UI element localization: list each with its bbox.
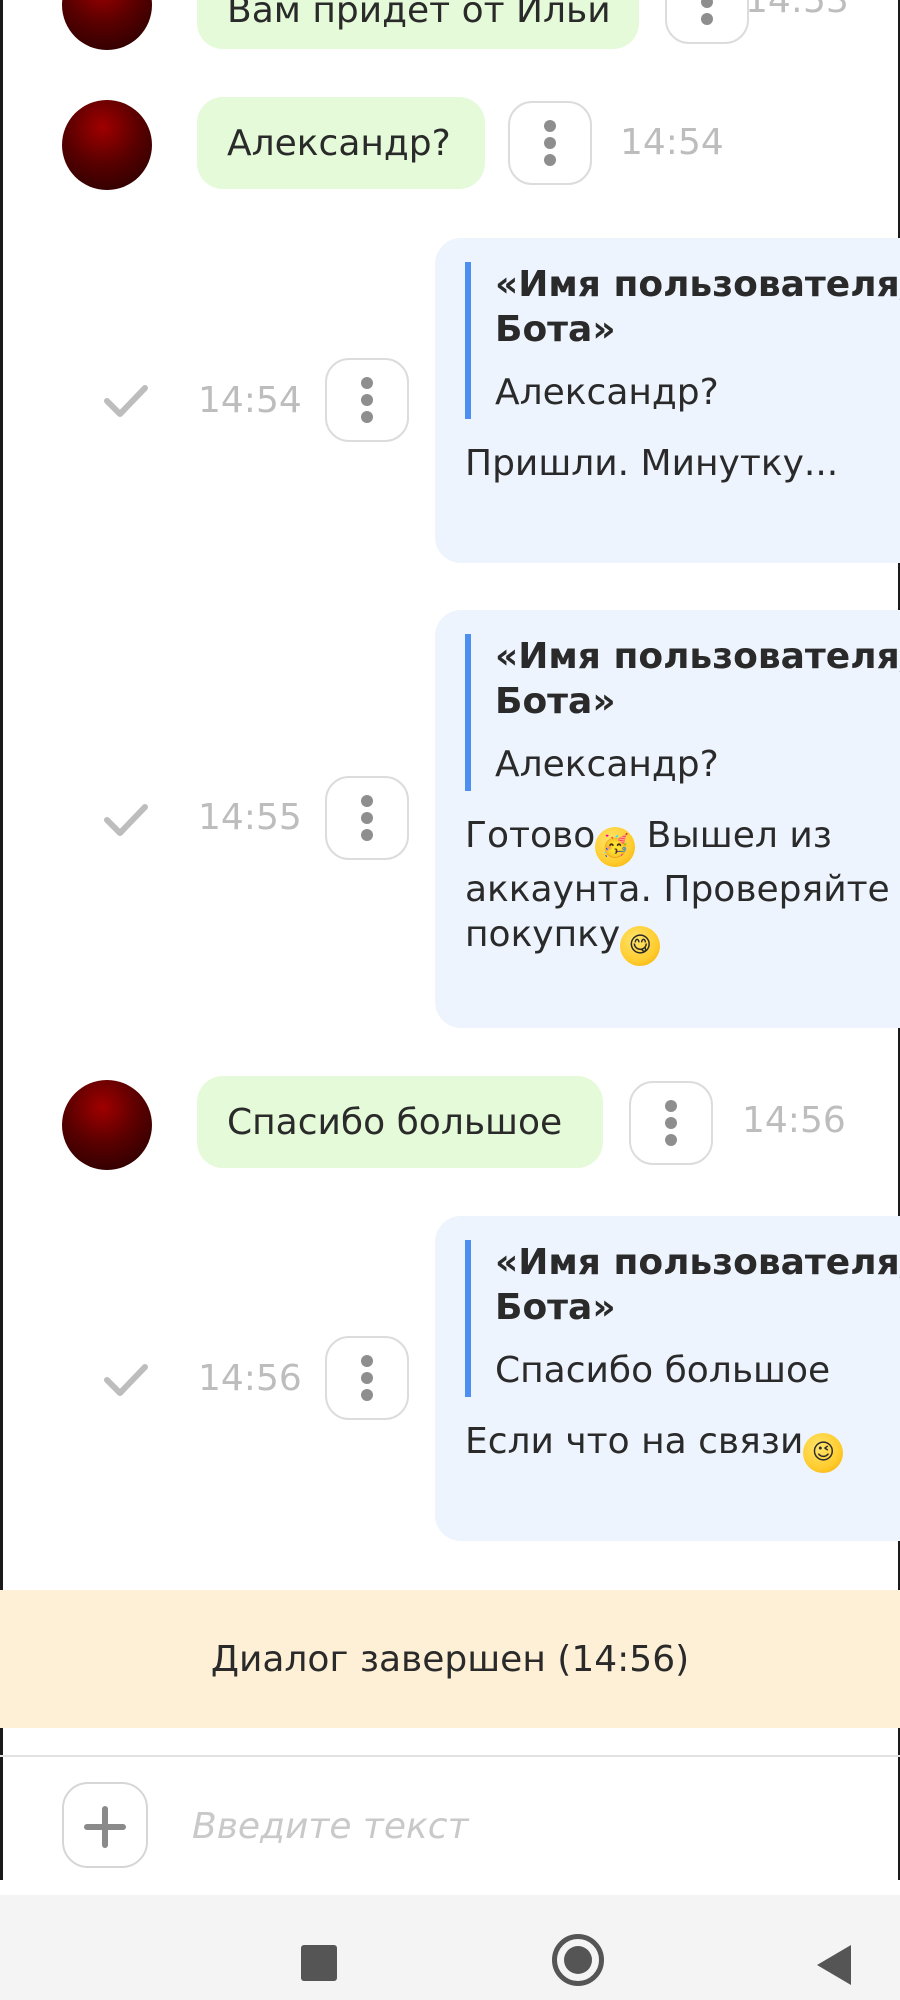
checkmark-icon bbox=[104, 385, 148, 417]
attach-button[interactable] bbox=[62, 1782, 148, 1868]
party-emoji-icon: 🥳 bbox=[595, 827, 636, 867]
reply-quote: «Имя пользователя/ Бота» Спасибо большое bbox=[465, 1240, 900, 1397]
message-time: 14:54 bbox=[198, 380, 302, 421]
outgoing-message: «Имя пользователя/ Бота» Спасибо большое… bbox=[435, 1216, 900, 1541]
quote-text: Спасибо большое bbox=[495, 1350, 831, 1391]
reply-quote: «Имя пользователя/ Бота» Александр? bbox=[465, 262, 900, 419]
yum-emoji-icon: 😋 bbox=[620, 926, 661, 966]
message-menu-button[interactable] bbox=[325, 358, 409, 442]
vertical-dots-icon bbox=[665, 1100, 677, 1112]
incoming-message: Александр? bbox=[197, 97, 485, 189]
checkmark-icon bbox=[104, 804, 148, 836]
vertical-dots-icon bbox=[361, 795, 373, 807]
vertical-dots-icon bbox=[361, 377, 373, 389]
outgoing-message: «Имя пользователя/ Бота» Александр? Приш… bbox=[435, 238, 900, 563]
message-menu-button[interactable] bbox=[325, 1336, 409, 1420]
message-text: Пришли. Минутку... bbox=[465, 443, 839, 484]
quote-author: «Имя пользователя/ Бота» bbox=[495, 1242, 900, 1328]
message-text-part: Готово bbox=[465, 815, 596, 856]
message-menu-button[interactable] bbox=[629, 1081, 713, 1165]
message-time: 14:56 bbox=[198, 1358, 302, 1399]
message-time: 14:53 bbox=[745, 0, 849, 21]
message-time: 14:56 bbox=[742, 1100, 846, 1141]
wink-emoji-icon: 😉 bbox=[803, 1433, 844, 1473]
vertical-dots-icon bbox=[544, 120, 556, 132]
back-icon[interactable] bbox=[817, 1945, 851, 1985]
message-menu-button[interactable] bbox=[325, 776, 409, 860]
home-icon[interactable] bbox=[552, 1934, 604, 1986]
avatar bbox=[62, 0, 152, 50]
dialog-ended-text: Диалог завершен (14:56) bbox=[210, 1638, 690, 1680]
message-time: 14:54 bbox=[620, 122, 724, 163]
incoming-message: Спасибо большое bbox=[197, 1076, 603, 1168]
avatar bbox=[62, 100, 152, 190]
avatar bbox=[62, 1080, 152, 1170]
recent-apps-icon[interactable] bbox=[301, 1945, 337, 1981]
system-navigation-bar bbox=[0, 1895, 900, 2000]
message-text: Если что на связи 😉 bbox=[465, 1419, 900, 1473]
outgoing-message: «Имя пользователя/ Бота» Александр? Гото… bbox=[435, 610, 900, 1028]
message-menu-button[interactable] bbox=[508, 101, 592, 185]
message-text-part: Если что на связи bbox=[465, 1421, 804, 1462]
checkmark-icon bbox=[104, 1364, 148, 1396]
message-text: Александр? bbox=[227, 122, 451, 164]
message-text: Спасибо большое bbox=[227, 1101, 563, 1143]
quote-text: Александр? bbox=[495, 744, 719, 785]
message-menu-button[interactable] bbox=[665, 0, 749, 44]
vertical-dots-icon bbox=[361, 1355, 373, 1367]
message-text: Вам придет от Ильи bbox=[227, 0, 611, 31]
message-time: 14:55 bbox=[198, 797, 302, 838]
dialog-ended-banner: Диалог завершен (14:56) bbox=[0, 1590, 900, 1728]
quote-text: Александр? bbox=[495, 372, 719, 413]
reply-quote: «Имя пользователя/ Бота» Александр? bbox=[465, 634, 900, 791]
quote-author: «Имя пользователя/ Бота» bbox=[495, 636, 900, 722]
message-input[interactable] bbox=[190, 1790, 854, 1862]
incoming-message: Вам придет от Ильи bbox=[197, 0, 639, 49]
message-text: Готово 🥳 Вышел из аккаунта. Проверяйте по… bbox=[465, 813, 900, 966]
quote-author: «Имя пользователя/ Бота» bbox=[495, 264, 900, 350]
composer-divider bbox=[0, 1755, 900, 1757]
